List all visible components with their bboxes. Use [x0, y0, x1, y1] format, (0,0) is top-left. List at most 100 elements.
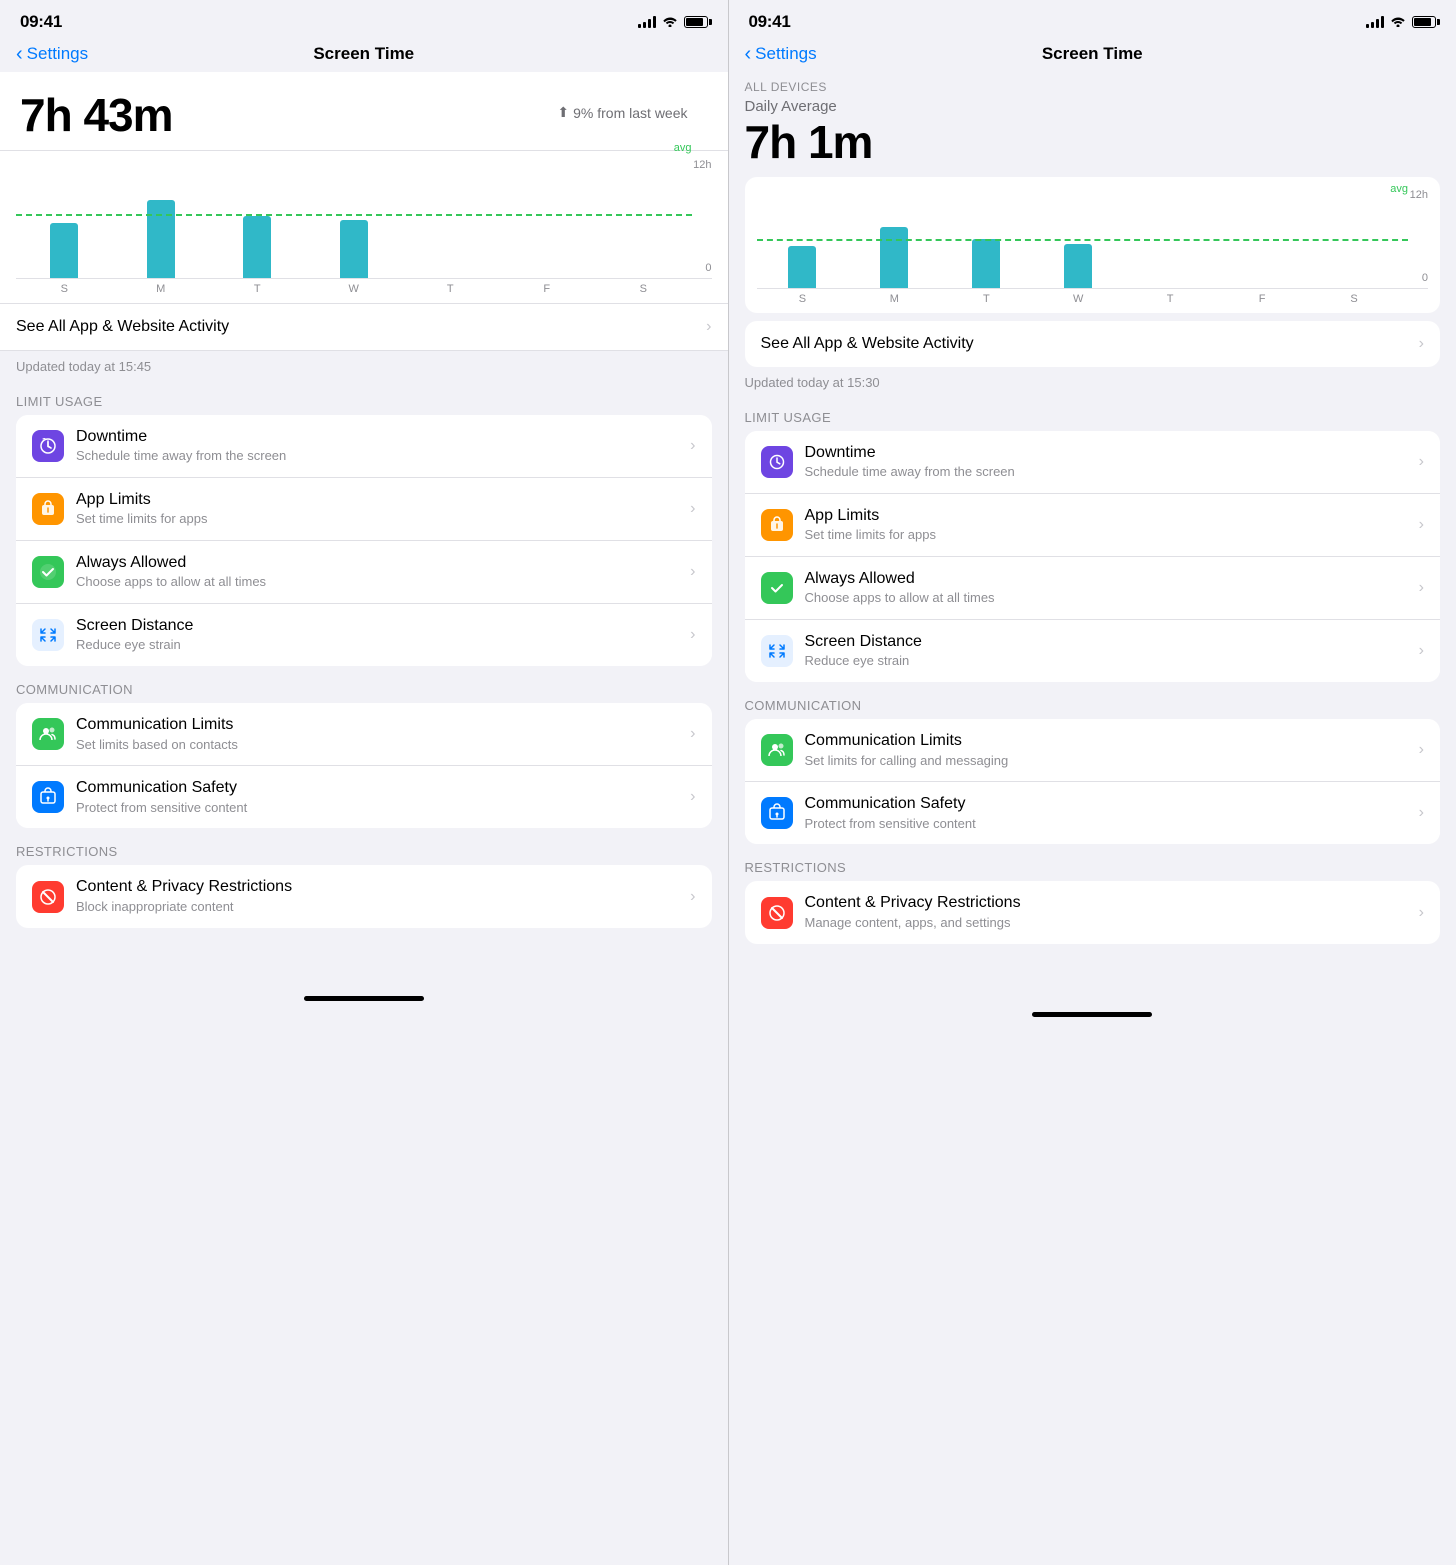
- chart-bars-right: [757, 189, 1429, 288]
- chart-x-label-1: M: [113, 283, 210, 295]
- chart-x-label-0: S: [16, 283, 113, 295]
- nav-bar-left: ‹ Settings Screen Time: [0, 36, 728, 72]
- applimits-item-right[interactable]: App Limits Set time limits for apps ›: [745, 494, 1441, 557]
- chart-bar-col-1: [848, 189, 940, 288]
- chevron-applimits-left: ›: [690, 500, 695, 518]
- alwaysallowed-text-right: Always Allowed Choose apps to allow at a…: [805, 569, 1419, 607]
- alwaysallowed-item-right[interactable]: Always Allowed Choose apps to allow at a…: [745, 557, 1441, 620]
- chart-bar-2: [972, 239, 1000, 288]
- chart-bar-col-5: [1216, 189, 1308, 288]
- restrictions-header-right: RESTRICTIONS: [729, 844, 1456, 881]
- chevron-downtime-left: ›: [690, 437, 695, 455]
- chevron-alwaysallowed-right: ›: [1419, 579, 1424, 597]
- see-all-right[interactable]: See All App & Website Activity ›: [745, 321, 1441, 367]
- battery-icon-left: [684, 16, 708, 28]
- downtime-text-left: Downtime Schedule time away from the scr…: [76, 427, 690, 465]
- commsafety-text-right: Communication Safety Protect from sensit…: [805, 794, 1419, 832]
- chart-bar-col-6: [1308, 189, 1400, 288]
- communication-list-left: Communication Limits Set limits based on…: [16, 703, 712, 828]
- screendistance-text-left: Screen Distance Reduce eye strain: [76, 616, 690, 654]
- nav-bar-right: ‹ Settings Screen Time: [729, 36, 1456, 72]
- applimits-item-left[interactable]: App Limits Set time limits for apps ›: [16, 478, 712, 541]
- downtime-icon-left: [32, 430, 64, 462]
- home-indicator-right: [729, 1004, 1456, 1029]
- chart-area-right: 12h 0 avg: [757, 189, 1429, 289]
- chart-x-label-5: F: [1216, 293, 1308, 305]
- commsafety-item-right[interactable]: Communication Safety Protect from sensit…: [745, 782, 1441, 844]
- chevron-screendistance-left: ›: [690, 626, 695, 644]
- downtime-item-left[interactable]: Downtime Schedule time away from the scr…: [16, 415, 712, 478]
- usage-time-right: 7h 1m: [745, 115, 1441, 169]
- back-arrow-right: ‹: [745, 44, 752, 64]
- contentprivacy-icon-left: [32, 881, 64, 913]
- back-label-right: Settings: [755, 44, 816, 64]
- contentprivacy-item-left[interactable]: Content & Privacy Restrictions Block ina…: [16, 865, 712, 927]
- chart-x-label-2: T: [940, 293, 1032, 305]
- chart-x-labels-left: SMTWTFS: [16, 283, 712, 295]
- chart-x-label-2: T: [209, 283, 306, 295]
- battery-icon-right: [1412, 16, 1436, 28]
- downtime-item-right[interactable]: Downtime Schedule time away from the scr…: [745, 431, 1441, 494]
- commsafety-icon-left: [32, 781, 64, 813]
- applimits-text-left: App Limits Set time limits for apps: [76, 490, 690, 528]
- back-button-left[interactable]: ‹ Settings: [16, 44, 88, 64]
- screendistance-item-left[interactable]: Screen Distance Reduce eye strain ›: [16, 604, 712, 666]
- signal-icon-right: [1366, 16, 1384, 28]
- restrictions-list-right: Content & Privacy Restrictions Manage co…: [745, 881, 1441, 943]
- right-phone-screen: 09:41 ‹ Settings Screen Time: [728, 0, 1456, 1565]
- contentprivacy-text-left: Content & Privacy Restrictions Block ina…: [76, 877, 690, 915]
- commsafety-text-left: Communication Safety Protect from sensit…: [76, 778, 690, 816]
- nav-title-left: Screen Time: [313, 44, 414, 64]
- screendistance-text-right: Screen Distance Reduce eye strain: [805, 632, 1419, 670]
- chevron-right-see-all-right: ›: [1419, 335, 1424, 353]
- see-all-left[interactable]: See All App & Website Activity ›: [0, 304, 728, 351]
- back-arrow-left: ‹: [16, 44, 23, 64]
- alwaysallowed-icon-left: [32, 556, 64, 588]
- chart-bar-1: [880, 227, 908, 288]
- chart-bar-col-6: [595, 159, 692, 278]
- downtime-text-right: Downtime Schedule time away from the scr…: [805, 443, 1419, 481]
- back-button-right[interactable]: ‹ Settings: [745, 44, 817, 64]
- chart-x-label-4: T: [402, 283, 499, 295]
- alwaysallowed-item-left[interactable]: Always Allowed Choose apps to allow at a…: [16, 541, 712, 604]
- applimits-text-right: App Limits Set time limits for apps: [805, 506, 1419, 544]
- chart-x-label-3: W: [306, 283, 403, 295]
- chevron-applimits-right: ›: [1419, 516, 1424, 534]
- chart-bar-0: [788, 246, 816, 289]
- chart-bar-col-2: [940, 189, 1032, 288]
- chevron-commsafety-right: ›: [1419, 804, 1424, 822]
- alwaysallowed-icon-right: [761, 572, 793, 604]
- chevron-downtime-right: ›: [1419, 453, 1424, 471]
- commlimits-item-left[interactable]: Communication Limits Set limits based on…: [16, 703, 712, 766]
- chart-bar-1: [147, 200, 175, 278]
- chart-bar-col-0: [16, 159, 113, 278]
- wifi-icon-right: [1390, 15, 1406, 30]
- chart-bar-col-1: [113, 159, 210, 278]
- communication-list-right: Communication Limits Set limits for call…: [745, 719, 1441, 844]
- commlimits-icon-left: [32, 718, 64, 750]
- commlimits-item-right[interactable]: Communication Limits Set limits for call…: [745, 719, 1441, 782]
- applimits-icon-left: [32, 493, 64, 525]
- commsafety-item-left[interactable]: Communication Safety Protect from sensit…: [16, 766, 712, 828]
- commsafety-icon-right: [761, 797, 793, 829]
- chart-y-bottom-left: 0: [705, 262, 711, 274]
- status-bar-left: 09:41: [0, 0, 728, 36]
- chart-bar-0: [50, 223, 78, 278]
- chart-y-top-left: 12h: [693, 159, 711, 171]
- limit-usage-list-left: Downtime Schedule time away from the scr…: [16, 415, 712, 666]
- chart-right-container: 12h 0 avg SMTWTFS: [745, 177, 1441, 313]
- status-bar-right: 09:41: [729, 0, 1456, 36]
- chevron-commsafety-left: ›: [690, 788, 695, 806]
- chevron-right-see-all-left: ›: [706, 318, 711, 336]
- home-indicator-left: [0, 988, 728, 1013]
- chart-y-top-right: 12h: [1410, 189, 1428, 201]
- back-label-left: Settings: [27, 44, 88, 64]
- chart-area-left: 12h 0 avg: [16, 159, 712, 279]
- restrictions-list-left: Content & Privacy Restrictions Block ina…: [16, 865, 712, 927]
- chart-bar-col-2: [209, 159, 306, 278]
- screendistance-item-right[interactable]: Screen Distance Reduce eye strain ›: [745, 620, 1441, 682]
- contentprivacy-item-right[interactable]: Content & Privacy Restrictions Manage co…: [745, 881, 1441, 943]
- chart-bar-col-3: [306, 159, 403, 278]
- limit-usage-header-left: LIMIT USAGE: [0, 378, 728, 415]
- nav-title-right: Screen Time: [1042, 44, 1143, 64]
